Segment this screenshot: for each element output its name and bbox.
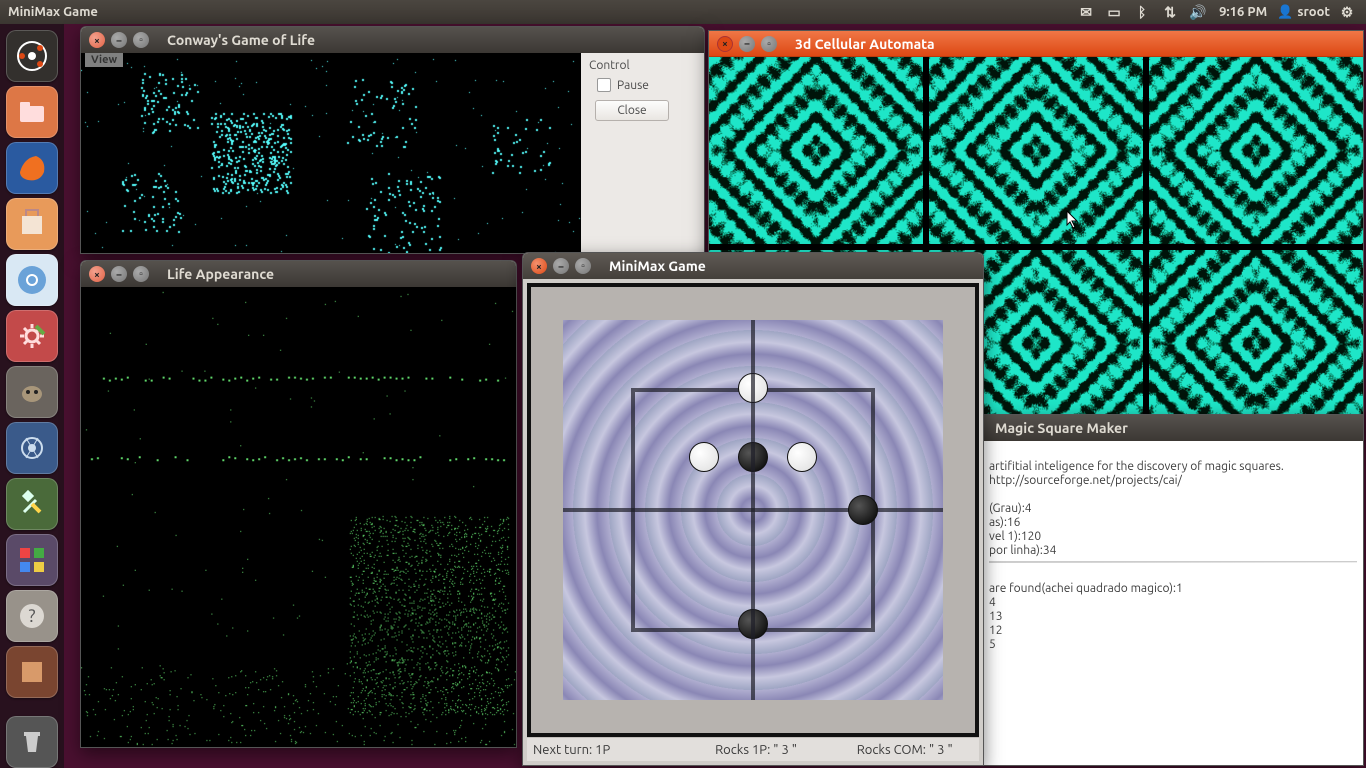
close-icon[interactable]: × <box>531 258 547 274</box>
titlebar-minimax[interactable]: × – ▫ MiniMax Game <box>523 253 983 279</box>
window-life-appearance: × – ▫ Life Appearance <box>80 260 517 748</box>
username-label: sroot <box>1297 5 1330 19</box>
minimize-icon[interactable]: – <box>111 32 127 48</box>
ca3d-slice[interactable] <box>1149 250 1363 437</box>
window-title: MiniMax Game <box>609 258 706 274</box>
minimize-icon[interactable]: – <box>553 258 569 274</box>
pause-label: Pause <box>617 79 649 92</box>
desktop: × – ▫ Conway's Game of Life View Control… <box>64 24 1366 768</box>
ca3d-slice[interactable] <box>709 57 923 244</box>
window-title: Life Appearance <box>167 266 274 282</box>
session-gear-icon[interactable]: ⚙ <box>1336 3 1358 21</box>
launcher-software-center[interactable] <box>6 198 58 250</box>
close-button[interactable]: Close <box>595 100 669 121</box>
black-stone[interactable] <box>848 495 878 525</box>
launcher-chromium[interactable] <box>6 254 58 306</box>
close-icon[interactable]: × <box>89 266 105 282</box>
launcher-dash[interactable] <box>6 30 58 82</box>
titlebar-life-appearance[interactable]: × – ▫ Life Appearance <box>81 261 516 287</box>
minimize-icon[interactable]: – <box>111 266 127 282</box>
text-line: 4 <box>989 596 996 609</box>
maximize-icon[interactable]: ▫ <box>575 258 591 274</box>
user-menu[interactable]: 👤 sroot <box>1277 5 1330 20</box>
ca3d-slice[interactable] <box>929 57 1143 244</box>
titlebar-magic-square[interactable]: Magic Square Maker <box>983 415 1363 441</box>
minimax-board-frame <box>527 283 979 737</box>
magic-output[interactable]: artifitial inteligence for the discovery… <box>983 441 1363 765</box>
maximize-icon[interactable]: ▫ <box>761 36 777 52</box>
text-line: as):16 <box>989 516 1020 529</box>
user-icon: 👤 <box>1277 5 1293 20</box>
window-magic-square: Magic Square Maker artifitial inteligenc… <box>982 414 1364 766</box>
close-icon[interactable]: × <box>89 32 105 48</box>
conway-control-panel: Control Pause Close <box>581 53 704 253</box>
minimax-status-bar: Next turn: 1P Rocks 1P: " 3 " Rocks COM:… <box>527 737 979 761</box>
window-minimax: × – ▫ MiniMax Game Next turn: 1P Rocks 1… <box>522 252 984 766</box>
black-stone[interactable] <box>738 609 768 639</box>
window-title: Conway's Game of Life <box>167 32 315 48</box>
mail-icon[interactable]: ✉ <box>1075 3 1097 21</box>
window-title: Magic Square Maker <box>995 420 1128 436</box>
window-title: 3d Cellular Automata <box>795 36 935 52</box>
status-next-turn: Next turn: 1P <box>527 743 682 757</box>
ca3d-slice[interactable] <box>1149 57 1363 244</box>
bluetooth-icon[interactable]: ᛒ <box>1131 3 1153 21</box>
text-line: 13 <box>989 610 1003 623</box>
separator <box>989 561 1357 563</box>
unity-launcher: ? <box>0 24 64 768</box>
pause-checkbox[interactable]: Pause <box>597 78 696 92</box>
text-line: 5 <box>989 638 996 651</box>
text-line: 12 <box>989 624 1003 637</box>
view-tab-label[interactable]: View <box>85 53 123 67</box>
text-line: artifitial inteligence for the discovery… <box>989 460 1284 473</box>
status-rocks-1p: Rocks 1P: " 3 " <box>682 743 831 757</box>
launcher-trash[interactable] <box>6 716 58 768</box>
launcher-tools[interactable] <box>6 478 58 530</box>
minimize-icon[interactable]: – <box>739 36 755 52</box>
volume-icon[interactable]: 🔊 <box>1187 3 1209 21</box>
text-line: http://sourceforge.net/projects/cai/ <box>989 474 1182 487</box>
launcher-settings[interactable] <box>6 310 58 362</box>
checkbox-icon <box>597 78 611 92</box>
control-group-label: Control <box>589 59 696 72</box>
titlebar-3d-cellular[interactable]: × – ▫ 3d Cellular Automata <box>709 31 1363 57</box>
top-menubar: MiniMax Game ✉ ▭ ᛒ ⇅ 🔊 9:16 PM 👤 sroot ⚙ <box>0 0 1366 24</box>
text-line: are found(achei quadrado magico):1 <box>989 582 1183 595</box>
text-line: (Grau):4 <box>989 502 1032 515</box>
launcher-gimp[interactable] <box>6 366 58 418</box>
maximize-icon[interactable]: ▫ <box>133 32 149 48</box>
conway-canvas[interactable] <box>81 53 581 253</box>
svg-text:?: ? <box>28 606 35 626</box>
white-stone[interactable] <box>689 442 719 472</box>
clock[interactable]: 9:16 PM <box>1219 5 1267 19</box>
conway-view-area: View <box>81 53 581 253</box>
launcher-help[interactable]: ? <box>6 590 58 642</box>
text-line: por linha):34 <box>989 544 1056 557</box>
life-canvas[interactable] <box>81 287 516 747</box>
status-rocks-com: Rocks COM: " 3 " <box>830 743 979 757</box>
launcher-workspace-switcher[interactable] <box>6 534 58 586</box>
maximize-icon[interactable]: ▫ <box>133 266 149 282</box>
launcher-files[interactable] <box>6 86 58 138</box>
network-icon[interactable]: ⇅ <box>1159 3 1181 21</box>
battery-icon[interactable]: ▭ <box>1103 3 1125 21</box>
active-app-title: MiniMax Game <box>8 5 98 19</box>
close-icon[interactable]: × <box>717 36 733 52</box>
launcher-firefox[interactable] <box>6 142 58 194</box>
window-conway: × – ▫ Conway's Game of Life View Control… <box>80 26 705 254</box>
launcher-lazarus[interactable] <box>6 422 58 474</box>
white-stone[interactable] <box>787 442 817 472</box>
black-stone[interactable] <box>738 442 768 472</box>
launcher-app-generic[interactable] <box>6 646 58 698</box>
white-stone[interactable] <box>738 373 768 403</box>
minimax-board[interactable] <box>563 320 943 700</box>
text-line: vel 1):120 <box>989 530 1041 543</box>
titlebar-conway[interactable]: × – ▫ Conway's Game of Life <box>81 27 704 53</box>
